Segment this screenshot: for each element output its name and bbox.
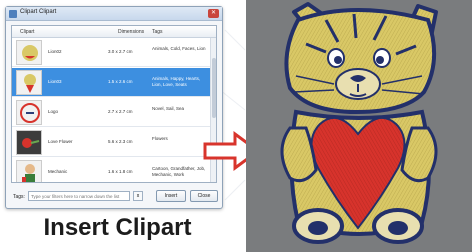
column-header-dimensions[interactable]: Dimensions <box>118 29 144 35</box>
clipart-thumbnail <box>16 100 42 125</box>
clipart-dimensions: 2.7 x 2.7 cm <box>108 109 133 114</box>
embroidery-preview <box>246 0 472 252</box>
insert-button[interactable]: Insert <box>156 190 186 202</box>
app-icon <box>9 10 17 18</box>
clipart-thumbnail <box>16 40 42 65</box>
clipart-list[interactable]: Clipart Dimensions Tags Lion02 3.0 x 2.7… <box>11 25 217 183</box>
list-item[interactable]: Lion02 3.0 x 2.7 cm Animals, Cold, Faces… <box>12 38 210 67</box>
dialog-titlebar: Clipart Clipart ✕ <box>6 7 222 21</box>
tags-filter-input[interactable] <box>28 191 130 201</box>
embroidered-bear-image <box>280 2 438 244</box>
list-item-selected[interactable]: Lion03 1.5 x 2.6 cm Animals, Happy, Hear… <box>12 68 210 97</box>
list-item[interactable]: Love Flower 5.6 x 2.3 cm Flowers <box>12 128 210 157</box>
clipart-name: Lion02 <box>48 49 62 54</box>
close-button[interactable]: Close <box>190 190 218 202</box>
clipart-name: Logo <box>48 109 59 114</box>
clipart-dialog: Clipart Clipart ✕ Clipart Dimensions Tag… <box>5 6 223 209</box>
clipart-thumbnail <box>16 130 42 155</box>
clipart-dimensions: 5.6 x 2.3 cm <box>108 139 133 144</box>
close-icon[interactable]: ✕ <box>208 9 219 18</box>
clipart-tags: Novel, Sail, Sea <box>152 106 185 111</box>
clipart-dimensions: 3.0 x 2.7 cm <box>108 49 133 54</box>
list-header: Clipart Dimensions Tags <box>12 26 216 38</box>
clipart-dimensions: 1.5 x 2.6 cm <box>108 79 133 84</box>
clipart-name: Lion03 <box>48 79 62 84</box>
clipart-name: Love Flower <box>48 139 73 144</box>
clipart-dimensions: 1.6 x 1.8 cm <box>108 169 133 174</box>
clipart-tags: Animals, Cold, Faces, Lion <box>152 46 206 51</box>
clipart-thumbnail <box>16 70 42 95</box>
clear-filter-button[interactable]: x <box>133 191 143 201</box>
insert-clipart-caption: Insert Clipart <box>43 214 192 241</box>
clipart-tags: Animals, Happy, Hearts, Lion, Love, Seat… <box>152 76 201 87</box>
clipart-tags: Cartoon, Grandfather, Job, Mechanic, Wor… <box>152 166 206 177</box>
column-header-tags[interactable]: Tags <box>152 29 163 35</box>
clipart-name: Mechanic <box>48 169 68 174</box>
column-header-clipart[interactable]: Clipart <box>20 29 34 35</box>
dialog-title: Clipart Clipart <box>20 9 57 15</box>
scrollbar-thumb[interactable] <box>212 58 216 118</box>
list-item[interactable]: Mechanic 1.6 x 1.8 cm Cartoon, Grandfath… <box>12 158 210 182</box>
list-item[interactable]: Logo 2.7 x 2.7 cm Novel, Sail, Sea <box>12 98 210 127</box>
tags-label: Tags: <box>13 194 25 200</box>
clipart-tags: Flowers <box>152 136 168 141</box>
clipart-thumbnail <box>16 160 42 182</box>
